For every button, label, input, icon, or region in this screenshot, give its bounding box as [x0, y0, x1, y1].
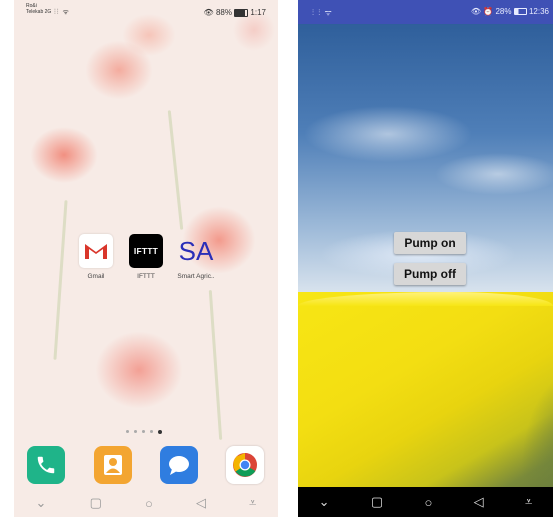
app-smart-agriculture[interactable]: SA Smart Agric.. [172, 234, 220, 281]
chevron-down-icon[interactable]: ⌄ [36, 495, 47, 511]
flower-stem [53, 200, 68, 360]
page-dot [142, 430, 145, 433]
eye-icon: 👁 [470, 7, 482, 16]
ifttt-tile-text: IFTTT [133, 246, 159, 256]
app-label: Smart Agric.. [177, 273, 215, 280]
dock-contacts[interactable] [94, 446, 132, 484]
chrome-icon [233, 453, 257, 477]
back-icon[interactable]: ◁ [474, 494, 484, 510]
gmail-icon [79, 234, 113, 268]
battery-icon [513, 8, 527, 16]
dock-chrome[interactable] [226, 446, 264, 484]
eye-icon: 👁 [203, 8, 214, 17]
messages-icon [169, 456, 189, 475]
status-right: 👁 88% 1:17 [204, 8, 266, 17]
home-screen: Ro&i Telekab 2G ⫶⫶ ᯤ 👁 88% 1:17 Gmail IF… [14, 0, 278, 517]
page-dot [150, 430, 153, 433]
recents-icon[interactable]: ▢ [90, 495, 102, 511]
sky-background [298, 24, 553, 298]
battery-percent: 88% [215, 8, 232, 17]
app-label: Gmail [87, 273, 105, 280]
clock: 12:36 [528, 7, 549, 16]
page-dot [134, 430, 137, 433]
app-ifttt[interactable]: IFTTT IFTTT [122, 234, 170, 280]
chevron-down-icon[interactable]: ⌄ [319, 494, 330, 510]
battery-icon [234, 8, 249, 17]
phone-icon [37, 456, 55, 474]
status-bar: ⫶ ⫶ ᯤ 👁 ⏰ 28% 12:36 [298, 0, 553, 24]
app-label: IFTTT [137, 273, 155, 280]
notification-pull-icon[interactable]: ⩡ [525, 494, 532, 510]
recents-icon[interactable]: ▢ [371, 494, 383, 510]
page-dot [126, 430, 129, 433]
contacts-icon [104, 455, 122, 475]
pump-on-button[interactable]: Pump on [394, 232, 466, 254]
pump-control-app: ⫶ ⫶ ᯤ 👁 ⏰ 28% 12:36 Pump on Pump off ⌄ ▢… [298, 0, 553, 517]
dock-messages[interactable] [160, 446, 198, 484]
home-icon[interactable]: ○ [424, 495, 432, 510]
dock-phone[interactable] [27, 446, 65, 484]
page-indicator [126, 429, 162, 434]
pump-off-button[interactable]: Pump off [394, 263, 466, 285]
alarm-icon: ⏰ [483, 7, 494, 16]
rapeseed-field-background [298, 292, 553, 487]
ifttt-icon: IFTTT [129, 234, 163, 268]
signal-icon: ⫶ ⫶ ᯤ [312, 8, 333, 17]
carrier-label: Ro&i Telekab 2G [26, 3, 52, 15]
signal-icon: ⫶⫶ ᯤ [54, 9, 70, 16]
status-right: 👁 ⏰ 28% 12:36 [471, 7, 549, 16]
flower-stem [167, 110, 184, 230]
app-gmail[interactable]: Gmail [72, 234, 120, 280]
page-dot-active [158, 429, 162, 434]
navigation-bar: ⌄ ▢ ○ ◁ ⩡ [298, 487, 553, 517]
sa-tile-text: SA [178, 235, 214, 266]
status-bar: Ro&i Telekab 2G ⫶⫶ ᯤ 👁 88% 1:17 [14, 0, 278, 22]
clock: 1:17 [250, 8, 266, 17]
home-icon[interactable]: ○ [145, 496, 153, 511]
back-icon[interactable]: ◁ [196, 495, 206, 511]
battery-percent: 28% [495, 7, 512, 16]
navigation-bar: ⌄ ▢ ○ ◁ ⩡ [14, 489, 278, 517]
flower-stem [208, 290, 223, 440]
sa-icon: SA [178, 234, 214, 268]
notification-pull-icon[interactable]: ⩡ [249, 495, 256, 511]
